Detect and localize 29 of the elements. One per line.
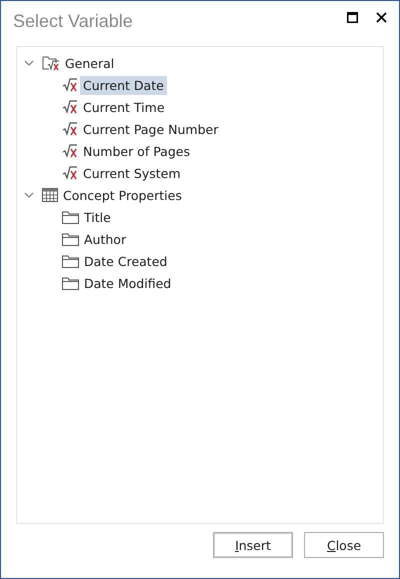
folder-icon xyxy=(62,232,79,246)
window-title: Select Variable xyxy=(13,10,133,32)
chevron-icon[interactable] xyxy=(24,190,34,200)
tree-item[interactable]: Number of Pages xyxy=(80,142,193,160)
tree-item[interactable]: Date Modified xyxy=(81,274,174,292)
tree-item[interactable]: Concept Properties xyxy=(60,186,185,204)
tree-item[interactable]: Current Time xyxy=(80,98,168,116)
maximize-icon[interactable] xyxy=(347,12,358,22)
close-icon[interactable] xyxy=(376,12,387,22)
tree-item[interactable]: Current Date xyxy=(80,76,167,94)
chevron-icon[interactable] xyxy=(24,58,34,68)
tree-item[interactable]: General xyxy=(62,54,118,72)
square-root-x-icon xyxy=(62,166,78,180)
square-root-x-icon xyxy=(62,100,78,114)
tree-item[interactable]: Author xyxy=(81,230,130,248)
tree-item[interactable]: Current System xyxy=(80,164,184,182)
folder-icon xyxy=(62,276,79,290)
table-icon xyxy=(42,188,58,202)
folder-icon xyxy=(62,210,79,224)
square-root-x-icon xyxy=(62,122,78,136)
tree-item[interactable]: Date Created xyxy=(81,252,170,270)
insert-button[interactable]: Insert xyxy=(213,532,293,558)
square-root-x-icon xyxy=(62,144,78,158)
folder-icon xyxy=(62,254,79,268)
tree-item[interactable]: Title xyxy=(81,208,114,226)
tree-item[interactable]: Current Page Number xyxy=(80,120,222,138)
square-root-x-icon xyxy=(62,78,78,92)
close-button[interactable]: Close xyxy=(304,532,384,558)
folder-square-root-icon xyxy=(42,55,60,71)
